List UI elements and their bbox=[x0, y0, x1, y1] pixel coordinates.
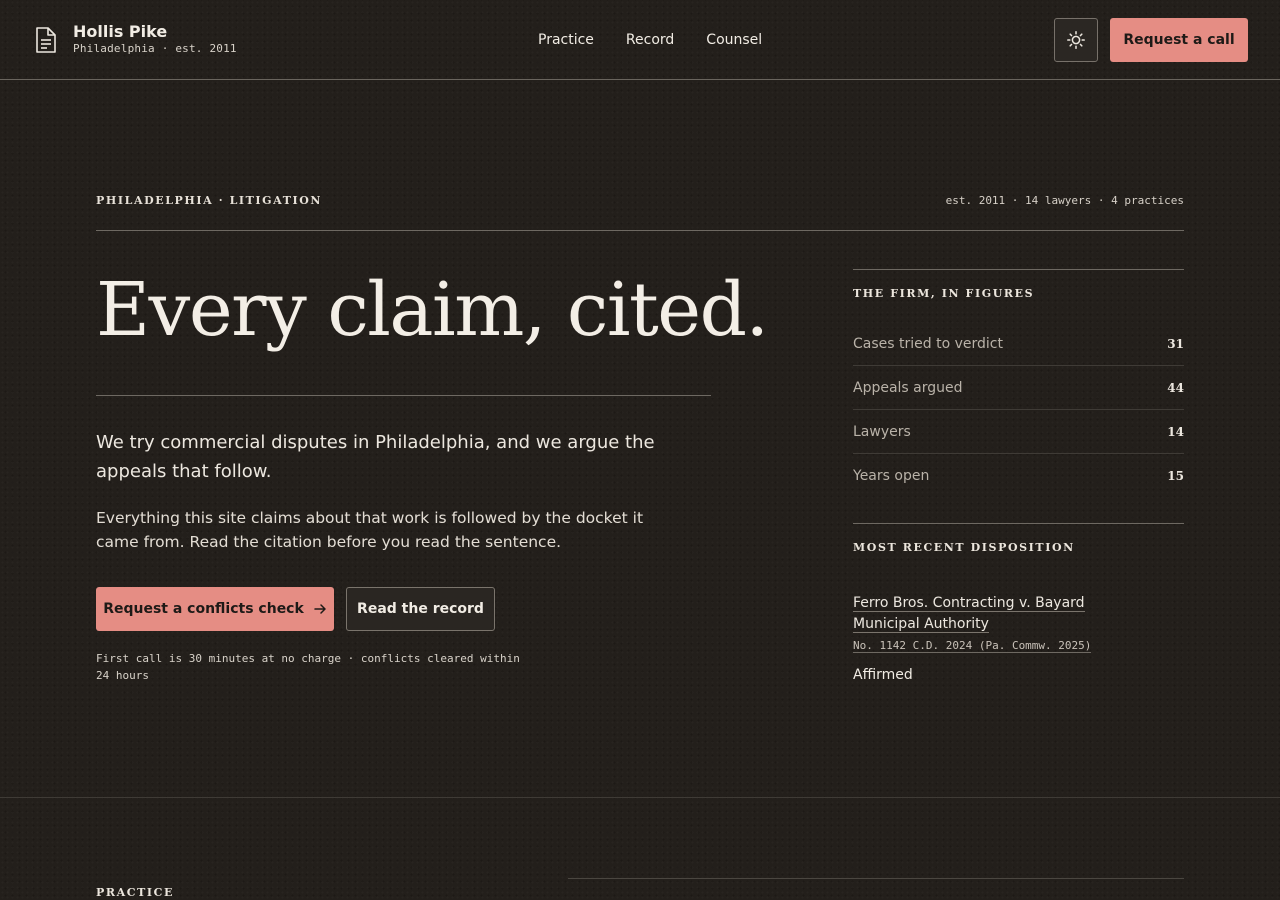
arrow-right-icon bbox=[314, 604, 326, 614]
firm-figures-panel: THE FIRM, IN FIGURES Cases tried to verd… bbox=[853, 269, 1184, 497]
docket-number[interactable]: No. 1142 C.D. 2024 (Pa. Commw. 2025) bbox=[853, 639, 1092, 653]
fine-print: First call is 30 minutes at no charge · … bbox=[96, 652, 520, 682]
request-call-button[interactable]: Request a call bbox=[1110, 18, 1248, 62]
hero-eyebrow: PHILADELPHIA · LITIGATION bbox=[96, 194, 323, 207]
conflicts-check-label: Request a conflicts check bbox=[103, 601, 304, 617]
section-divider bbox=[0, 797, 1280, 798]
figure-row: Years open 15 bbox=[853, 454, 1184, 497]
case-name-link[interactable]: Ferro Bros. Contracting v. Bayard Munici… bbox=[853, 595, 1085, 633]
practice-section-label: PRACTICE bbox=[96, 886, 174, 899]
divider bbox=[96, 395, 711, 396]
practice-divider bbox=[568, 878, 1184, 879]
firm-meta: est. 2011 · 14 lawyers · 4 practices bbox=[945, 194, 1184, 207]
case-outcome: Affirmed bbox=[853, 667, 913, 683]
figure-row: Lawyers 14 bbox=[853, 410, 1184, 454]
read-record-button[interactable]: Read the record bbox=[346, 587, 495, 631]
theme-toggle-button[interactable] bbox=[1054, 18, 1098, 62]
case-citation: Ferro Bros. Contracting v. Bayard Munici… bbox=[853, 592, 1153, 634]
figures-title: THE FIRM, IN FIGURES bbox=[853, 287, 1035, 300]
figure-value: 15 bbox=[1167, 468, 1184, 483]
main-nav: Practice Record Counsel bbox=[538, 30, 794, 50]
recent-disposition-panel: MOST RECENT DISPOSITION Ferro Bros. Cont… bbox=[853, 523, 1184, 683]
sun-icon bbox=[1067, 31, 1085, 49]
brand-text: Hollis Pike Philadelphia · est. 2011 bbox=[73, 22, 237, 56]
document-icon bbox=[36, 27, 56, 53]
nav-item-practice[interactable]: Practice bbox=[538, 30, 594, 50]
figure-label: Years open bbox=[853, 467, 930, 484]
disposition-title: MOST RECENT DISPOSITION bbox=[853, 541, 1075, 554]
hero-lead: We try commercial disputes in Philadelph… bbox=[96, 432, 655, 482]
figure-value: 44 bbox=[1167, 380, 1184, 395]
brand[interactable]: Hollis Pike Philadelphia · est. 2011 bbox=[35, 22, 237, 56]
hero-body: Everything this site claims about that w… bbox=[96, 509, 644, 551]
figure-label: Cases tried to verdict bbox=[853, 335, 1003, 352]
site-header: Hollis Pike Philadelphia · est. 2011 Pra… bbox=[0, 0, 1280, 80]
nav-item-record[interactable]: Record bbox=[626, 30, 674, 50]
figure-label: Lawyers bbox=[853, 423, 911, 440]
page-title: Every claim, cited. bbox=[96, 267, 769, 353]
figure-row: Cases tried to verdict 31 bbox=[853, 322, 1184, 366]
nav-item-counsel[interactable]: Counsel bbox=[706, 30, 762, 50]
figure-row: Appeals argued 44 bbox=[853, 366, 1184, 410]
conflicts-check-button[interactable]: Request a conflicts check bbox=[96, 587, 334, 631]
hero-meta-row: PHILADELPHIA · LITIGATION est. 2011 · 14… bbox=[96, 194, 1184, 231]
figure-value: 31 bbox=[1167, 336, 1184, 351]
figure-value: 14 bbox=[1167, 424, 1184, 439]
brand-name: Hollis Pike bbox=[73, 22, 168, 41]
brand-subtitle: Philadelphia · est. 2011 bbox=[73, 42, 237, 55]
figure-label: Appeals argued bbox=[853, 379, 963, 396]
